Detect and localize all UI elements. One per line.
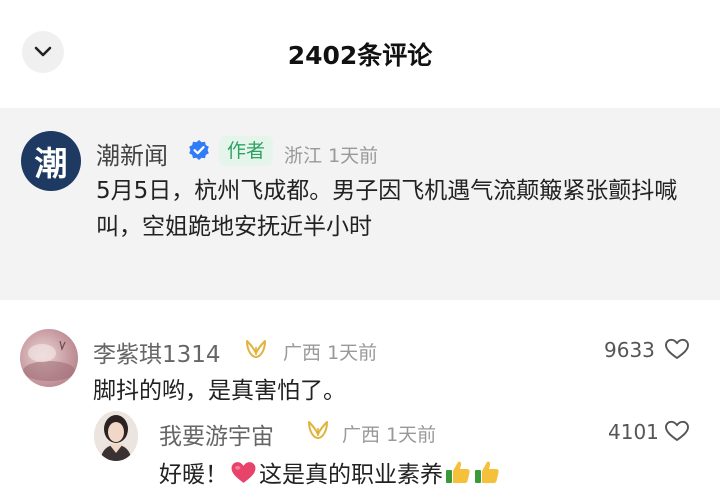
username[interactable]: 我要游宇宙 <box>159 417 274 451</box>
crown-icon <box>246 340 266 358</box>
avatar[interactable] <box>20 329 78 387</box>
comment-count-title: 2402条评论 <box>287 41 433 70</box>
avatar-image <box>23 340 75 381</box>
location: 浙江 <box>284 145 323 167</box>
avatar-image <box>94 411 138 461</box>
thumbs-up-emoji-icon <box>475 461 499 483</box>
comment-meta: 广西 1天前 <box>342 420 436 447</box>
comment-meta: 浙江 1天前 <box>284 141 378 168</box>
thumbs-up-emoji-icon <box>446 461 470 483</box>
reply-text-start: 好暖！ <box>159 462 228 488</box>
heart-outline-icon[interactable] <box>664 419 690 443</box>
red-heart-emoji-icon <box>231 461 256 483</box>
comment-text: 脚抖的哟，是真害怕了。 <box>93 378 346 404</box>
location: 广西 <box>342 424 381 446</box>
reply-text: 好暖！ 这是真的职业素养 <box>159 455 501 489</box>
verified-badge-icon <box>189 140 209 160</box>
comment-text: 5月5日，杭州飞成都。男子因飞机遇气流颠簸紧张颤抖喊叫，空姐跪地安抚近半小时 <box>96 178 678 240</box>
timestamp: 1天前 <box>386 424 437 446</box>
timestamp: 1天前 <box>327 342 378 364</box>
like-count: 9633 <box>604 338 655 362</box>
avatar[interactable]: 潮 <box>21 131 81 191</box>
comments-header: 2402条评论 <box>0 0 720 108</box>
heart-outline-icon[interactable] <box>664 337 690 361</box>
avatar[interactable] <box>94 411 138 461</box>
comment-meta: 广西 1天前 <box>283 338 377 365</box>
author-tag: 作者 <box>219 136 274 166</box>
author-name[interactable]: 潮新闻 <box>96 136 168 171</box>
crown-icon <box>308 421 328 439</box>
location: 广西 <box>283 342 322 364</box>
username[interactable]: 李紫琪1314 <box>93 335 221 369</box>
reply-text-end: 这是真的职业素养 <box>259 462 443 488</box>
like-count: 4101 <box>608 420 659 444</box>
timestamp: 1天前 <box>328 145 379 167</box>
